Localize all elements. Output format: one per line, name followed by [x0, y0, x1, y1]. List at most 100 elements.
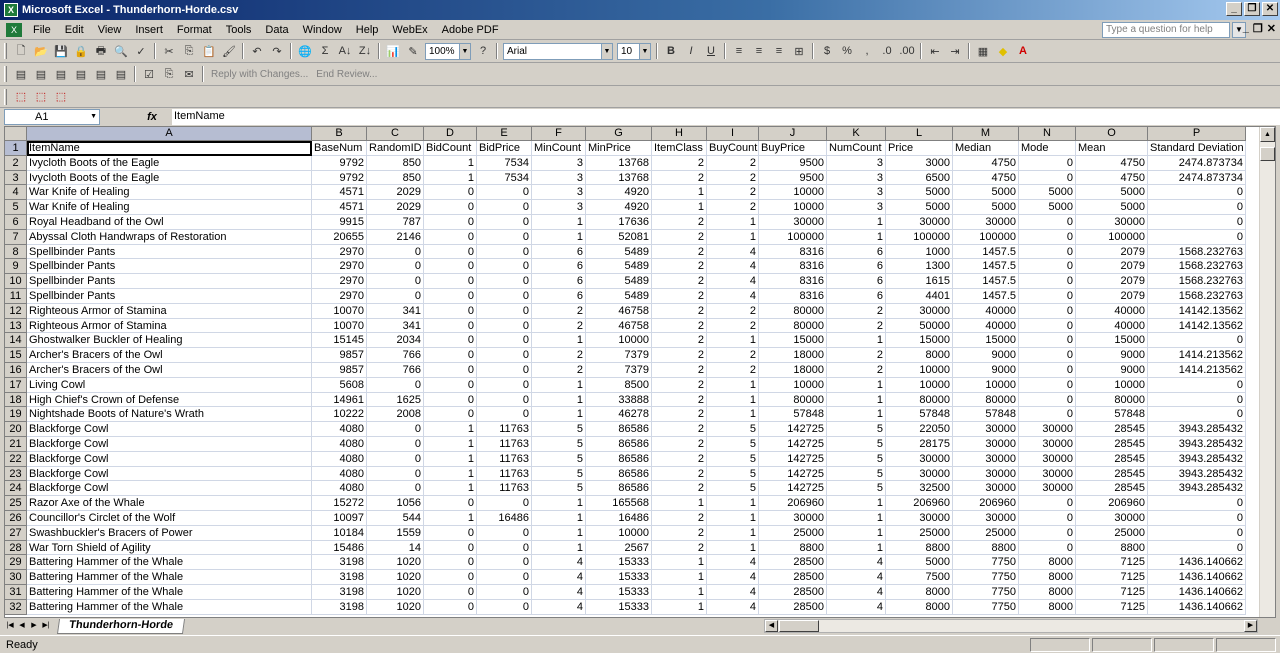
row-header[interactable]: 21 — [5, 436, 27, 452]
cell-n17[interactable]: 0 — [1019, 377, 1076, 393]
column-header-a[interactable]: A — [27, 127, 312, 141]
cell-n8[interactable]: 0 — [1019, 244, 1076, 260]
print-preview-icon[interactable]: 🔍 — [112, 42, 130, 60]
cell-c22[interactable]: 0 — [367, 451, 424, 467]
cell-m28[interactable]: 8800 — [953, 540, 1019, 556]
cell-d4[interactable]: 0 — [424, 185, 477, 201]
cell-l26[interactable]: 30000 — [886, 510, 953, 526]
doc-restore-icon[interactable]: ❐ — [1253, 22, 1263, 35]
cell-o6[interactable]: 30000 — [1076, 214, 1148, 230]
cell-k19[interactable]: 1 — [827, 407, 886, 423]
horizontal-scrollbar[interactable]: ◀ ▶ — [764, 619, 1258, 633]
cell-m19[interactable]: 57848 — [953, 407, 1019, 423]
cell-n29[interactable]: 8000 — [1019, 555, 1076, 571]
cell-g24[interactable]: 86586 — [586, 481, 652, 497]
end-review-button[interactable]: End Review... — [312, 69, 381, 80]
cell-h15[interactable]: 2 — [652, 348, 707, 363]
column-header-b[interactable]: B — [312, 127, 367, 141]
cell-m14[interactable]: 15000 — [953, 333, 1019, 349]
cell-k22[interactable]: 5 — [827, 451, 886, 467]
cell-e22[interactable]: 11763 — [477, 451, 532, 467]
cell-a22[interactable]: Blackforge Cowl — [27, 451, 312, 467]
cell-c11[interactable]: 0 — [367, 288, 424, 304]
cell-i14[interactable]: 1 — [707, 333, 759, 349]
cell-f13[interactable]: 2 — [532, 318, 586, 334]
row-header[interactable]: 14 — [5, 333, 27, 349]
cell-c28[interactable]: 14 — [367, 540, 424, 556]
cell-j12[interactable]: 80000 — [759, 303, 827, 319]
cell-m6[interactable]: 30000 — [953, 214, 1019, 230]
cell-g30[interactable]: 15333 — [586, 570, 652, 585]
cell-o25[interactable]: 206960 — [1076, 496, 1148, 511]
cell-g11[interactable]: 5489 — [586, 288, 652, 304]
cell-f21[interactable]: 5 — [532, 436, 586, 452]
zoom-select[interactable]: 100% ▼ — [425, 42, 471, 60]
pdf-convert-icon[interactable]: ⬚ — [12, 88, 30, 106]
cell-o19[interactable]: 57848 — [1076, 407, 1148, 423]
last-sheet-icon[interactable]: ▶| — [40, 619, 52, 633]
cell-p26[interactable]: 0 — [1148, 510, 1246, 526]
cell-h27[interactable]: 2 — [652, 525, 707, 541]
cell-l1[interactable]: Price — [886, 141, 953, 156]
cell-p10[interactable]: 1568.232763 — [1148, 274, 1246, 289]
cell-i32[interactable]: 4 — [707, 599, 759, 615]
cell-e6[interactable]: 0 — [477, 214, 532, 230]
cell-l14[interactable]: 15000 — [886, 333, 953, 349]
cell-g15[interactable]: 7379 — [586, 348, 652, 363]
cell-h6[interactable]: 2 — [652, 214, 707, 230]
cell-l2[interactable]: 3000 — [886, 155, 953, 171]
cell-i30[interactable]: 4 — [707, 570, 759, 585]
cell-o10[interactable]: 2079 — [1076, 274, 1148, 289]
cell-i4[interactable]: 2 — [707, 185, 759, 201]
cell-k7[interactable]: 1 — [827, 229, 886, 245]
cell-k28[interactable]: 1 — [827, 540, 886, 556]
cell-h16[interactable]: 2 — [652, 362, 707, 378]
column-header-g[interactable]: G — [586, 127, 652, 141]
drawing-icon[interactable]: ✎ — [404, 42, 422, 60]
cell-j32[interactable]: 28500 — [759, 599, 827, 615]
cell-j26[interactable]: 30000 — [759, 510, 827, 526]
cell-m29[interactable]: 7750 — [953, 555, 1019, 571]
cell-e14[interactable]: 0 — [477, 333, 532, 349]
cell-d5[interactable]: 0 — [424, 200, 477, 215]
row-header[interactable]: 12 — [5, 303, 27, 319]
cell-h23[interactable]: 2 — [652, 466, 707, 482]
cell-h17[interactable]: 2 — [652, 377, 707, 393]
cell-b23[interactable]: 4080 — [312, 466, 367, 482]
menu-help[interactable]: Help — [349, 21, 386, 39]
row-header[interactable]: 22 — [5, 451, 27, 467]
cell-p31[interactable]: 1436.140662 — [1148, 584, 1246, 600]
menu-format[interactable]: Format — [170, 21, 219, 39]
cell-d1[interactable]: BidCount — [424, 141, 477, 156]
cell-p23[interactable]: 3943.285432 — [1148, 466, 1246, 482]
minimize-button[interactable]: _ — [1226, 2, 1242, 16]
bold-icon[interactable]: B — [662, 42, 680, 60]
cell-f16[interactable]: 2 — [532, 362, 586, 378]
row-header[interactable]: 32 — [5, 599, 27, 615]
reply-with-changes-button[interactable]: Reply with Changes... — [207, 69, 312, 80]
cell-o28[interactable]: 8800 — [1076, 540, 1148, 556]
cell-m10[interactable]: 1457.5 — [953, 274, 1019, 289]
cell-e16[interactable]: 0 — [477, 362, 532, 378]
cell-f1[interactable]: MinCount — [532, 141, 586, 156]
chart-wizard-icon[interactable]: 📊 — [384, 42, 402, 60]
cell-p2[interactable]: 2474.873734 — [1148, 155, 1246, 171]
cell-g22[interactable]: 86586 — [586, 451, 652, 467]
cell-c18[interactable]: 1625 — [367, 392, 424, 408]
cell-j21[interactable]: 142725 — [759, 436, 827, 452]
currency-icon[interactable]: $ — [818, 42, 836, 60]
cell-d29[interactable]: 0 — [424, 555, 477, 571]
cell-b3[interactable]: 9792 — [312, 170, 367, 186]
cell-h12[interactable]: 2 — [652, 303, 707, 319]
cell-d11[interactable]: 0 — [424, 288, 477, 304]
cell-m5[interactable]: 5000 — [953, 200, 1019, 215]
row-header[interactable]: 11 — [5, 288, 27, 304]
cell-i15[interactable]: 2 — [707, 348, 759, 363]
cell-b24[interactable]: 4080 — [312, 481, 367, 497]
cell-b15[interactable]: 9857 — [312, 348, 367, 363]
cell-h24[interactable]: 2 — [652, 481, 707, 497]
cell-i6[interactable]: 1 — [707, 214, 759, 230]
column-header-d[interactable]: D — [424, 127, 477, 141]
cell-e18[interactable]: 0 — [477, 392, 532, 408]
cell-m15[interactable]: 9000 — [953, 348, 1019, 363]
